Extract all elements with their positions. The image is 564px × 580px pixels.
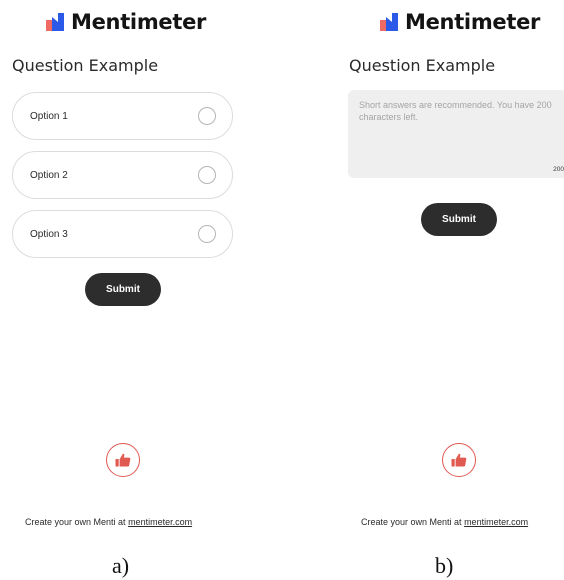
answer-textarea[interactable]: Short answers are recommended. You have …	[348, 90, 564, 178]
footer: Create your own Menti at mentimeter.com	[361, 517, 528, 527]
brand-name: Mentimeter	[71, 10, 207, 34]
brand-name: Mentimeter	[405, 10, 541, 34]
option-label: Option 2	[30, 169, 68, 181]
brand: Mentimeter	[380, 10, 540, 34]
panel-a: Mentimeter Question Example Option 1 Opt…	[0, 0, 240, 580]
question-title: Question Example	[12, 56, 159, 75]
reaction-button[interactable]	[442, 443, 476, 477]
option-3[interactable]: Option 3	[12, 210, 233, 258]
submit-button[interactable]: Submit	[421, 203, 497, 236]
radio-button[interactable]	[198, 225, 216, 243]
thumbs-up-icon	[115, 453, 131, 467]
brand: Mentimeter	[46, 10, 206, 34]
caption-b: b)	[435, 553, 454, 578]
reaction-button[interactable]	[106, 443, 140, 477]
textarea-placeholder: Short answers are recommended. You have …	[359, 100, 552, 122]
option-2[interactable]: Option 2	[12, 151, 233, 199]
footer-link[interactable]: mentimeter.com	[128, 517, 192, 527]
submit-button[interactable]: Submit	[85, 273, 161, 306]
panel-b: Mentimeter Question Example Short answer…	[340, 0, 564, 580]
mentimeter-logo-icon	[380, 13, 398, 31]
option-label: Option 1	[30, 110, 68, 122]
thumbs-up-icon	[451, 453, 467, 467]
character-count: 200	[553, 166, 564, 173]
option-label: Option 3	[30, 228, 68, 240]
mentimeter-logo-icon	[46, 13, 64, 31]
question-title: Question Example	[349, 56, 496, 75]
radio-button[interactable]	[198, 166, 216, 184]
footer-link[interactable]: mentimeter.com	[464, 517, 528, 527]
footer-text: Create your own Menti at	[25, 517, 126, 527]
footer-text: Create your own Menti at	[361, 517, 462, 527]
caption-a: a)	[112, 553, 130, 578]
footer: Create your own Menti at mentimeter.com	[25, 517, 192, 527]
option-1[interactable]: Option 1	[12, 92, 233, 140]
radio-button[interactable]	[198, 107, 216, 125]
